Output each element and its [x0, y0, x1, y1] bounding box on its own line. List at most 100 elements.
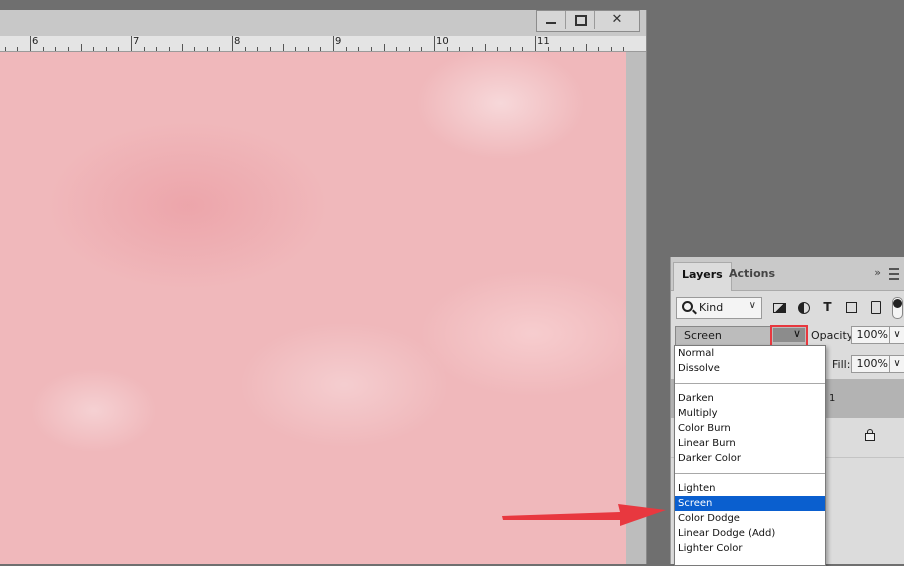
- layer-filter-icons: T: [771, 299, 884, 316]
- pixel-layer-filter-icon[interactable]: [771, 299, 788, 316]
- ruler-tick: [168, 47, 170, 51]
- blend-mode-option[interactable]: Color Burn: [675, 421, 825, 436]
- ruler-number: 9: [335, 36, 342, 47]
- ruler-tick: [4, 47, 6, 51]
- ruler-tick: [421, 47, 423, 51]
- ruler-tick: [55, 47, 57, 51]
- ruler-tick: [598, 47, 600, 51]
- panel-tab-bar: Layers Actions »: [671, 257, 904, 291]
- ruler-tick: [497, 47, 499, 51]
- close-button[interactable]: ✕: [595, 11, 639, 29]
- blend-mode-option[interactable]: Screen: [675, 496, 825, 511]
- ruler-tick: [446, 47, 448, 51]
- blend-mode-option[interactable]: Dissolve: [675, 361, 825, 376]
- lock-icon: [865, 429, 875, 441]
- ruler-tick: [156, 47, 158, 51]
- blend-mode-option[interactable]: Multiply: [675, 406, 825, 421]
- ruler-tick: [282, 44, 284, 51]
- smart-object-filter-icon[interactable]: [867, 299, 884, 316]
- filter-kind-select[interactable]: Kind ∨: [676, 297, 762, 319]
- ruler-tick: [560, 47, 562, 51]
- type-layer-filter-icon[interactable]: T: [819, 299, 836, 316]
- ruler-number: 10: [436, 36, 449, 47]
- ruler-tick: [484, 44, 486, 51]
- ruler-tick: [295, 47, 297, 51]
- ruler-number: 11: [537, 36, 550, 47]
- document-canvas[interactable]: [0, 52, 626, 564]
- opacity-input[interactable]: 100%: [851, 326, 892, 344]
- canvas-area: [0, 52, 646, 564]
- ruler-tick: [232, 36, 233, 51]
- blend-mode-option[interactable]: Darker Color: [675, 451, 825, 466]
- filter-toggle[interactable]: [892, 297, 903, 319]
- minimize-icon: [546, 22, 556, 24]
- ruler-tick: [219, 47, 221, 51]
- filter-kind-label: Kind: [699, 301, 724, 314]
- ruler-tick: [307, 47, 309, 51]
- ruler-tick: [459, 47, 461, 51]
- ruler-tick: [269, 47, 271, 51]
- ruler-tick: [181, 44, 183, 51]
- ruler-tick: [610, 47, 612, 51]
- blend-mode-option[interactable]: Linear Dodge (Add): [675, 526, 825, 541]
- dropdown-separator: [675, 473, 825, 474]
- blend-mode-value: Screen: [684, 329, 722, 342]
- ruler-tick: [333, 36, 334, 51]
- ruler-tick: [118, 47, 120, 51]
- maximize-button[interactable]: [566, 11, 595, 29]
- ruler-tick: [547, 47, 549, 51]
- chevron-down-icon: ∨: [748, 300, 756, 311]
- ruler-tick: [522, 47, 524, 51]
- ruler-tick: [370, 47, 372, 51]
- ruler-number: 6: [32, 36, 39, 47]
- ruler-tick: [572, 47, 574, 51]
- dropdown-separator: [675, 383, 825, 384]
- vertical-scrollbar[interactable]: [626, 52, 646, 564]
- ruler-tick: [206, 47, 208, 51]
- fill-chevron-icon[interactable]: ∨: [889, 355, 904, 373]
- ruler-tick: [17, 47, 19, 51]
- ruler-tick: [509, 47, 511, 51]
- panel-menu-icon[interactable]: [889, 268, 899, 280]
- maximize-icon: [575, 15, 587, 26]
- fill-input[interactable]: 100%: [851, 355, 892, 373]
- annotation-arrow-icon: [502, 504, 666, 526]
- opacity-label: Opacity:: [811, 329, 857, 342]
- blend-mode-option[interactable]: Lighter Color: [675, 541, 825, 556]
- ruler-tick: [383, 44, 385, 51]
- ruler-tick: [471, 47, 473, 51]
- ruler-tick: [244, 47, 246, 51]
- shape-layer-filter-icon[interactable]: [843, 299, 860, 316]
- ruler-tick: [257, 47, 259, 51]
- window-controls: ✕: [536, 10, 640, 32]
- blend-mode-option[interactable]: Normal: [675, 346, 825, 361]
- blend-mode-option[interactable]: Lighten: [675, 481, 825, 496]
- adjustment-layer-filter-icon[interactable]: [795, 299, 812, 316]
- ruler-tick: [131, 36, 132, 51]
- ruler-tick: [408, 47, 410, 51]
- blend-mode-option[interactable]: Darken: [675, 391, 825, 406]
- collapse-panels-icon[interactable]: »: [874, 266, 881, 279]
- ruler-tick: [358, 47, 360, 51]
- ruler-number: 8: [234, 36, 241, 47]
- ruler-number: 7: [133, 36, 140, 47]
- ruler-tick: [585, 44, 587, 51]
- ruler-tick: [623, 47, 625, 51]
- blend-mode-option[interactable]: Color Dodge: [675, 511, 825, 526]
- horizontal-ruler[interactable]: 6 7 8 9 10 11: [0, 36, 646, 52]
- ruler-tick: [320, 47, 322, 51]
- tab-actions[interactable]: Actions: [721, 262, 783, 290]
- blend-mode-dropdown-list: Normal Dissolve Darken Multiply Color Burn Li…: [674, 345, 826, 566]
- minimize-button[interactable]: [537, 11, 566, 29]
- blend-mode-option[interactable]: Linear Burn: [675, 436, 825, 451]
- ruler-tick: [30, 36, 31, 51]
- ruler-tick: [80, 44, 82, 51]
- ruler-tick: [396, 47, 398, 51]
- document-window: ✕ 6 7 8 9 10 11: [0, 10, 647, 564]
- ruler-tick: [535, 36, 536, 51]
- opacity-chevron-icon[interactable]: ∨: [889, 326, 904, 344]
- close-icon: ✕: [611, 12, 623, 27]
- ruler-tick: [105, 47, 107, 51]
- search-icon: [682, 301, 693, 312]
- fill-label: Fill:: [832, 358, 851, 371]
